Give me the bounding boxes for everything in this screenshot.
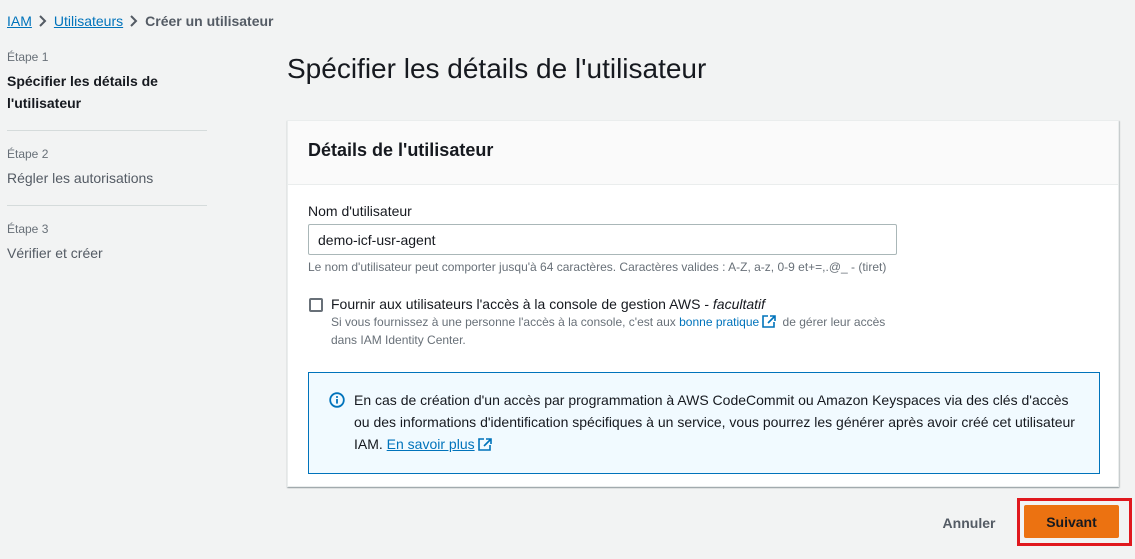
cancel-button[interactable]: Annuler xyxy=(930,507,1008,539)
console-access-label: Fournir aux utilisateurs l'accès à la co… xyxy=(331,295,891,313)
wizard-steps: Étape 1 Spécifier les détails de l'utili… xyxy=(7,50,207,296)
next-button-highlight: Suivant xyxy=(1017,498,1132,546)
breadcrumb: IAM Utilisateurs Créer un utilisateur xyxy=(7,11,274,31)
info-text: En cas de création d'un accès par progra… xyxy=(354,389,1079,473)
user-details-panel: Détails de l'utilisateur Nom d'utilisate… xyxy=(287,120,1119,487)
external-link-icon xyxy=(477,435,492,457)
console-access-text: Fournir aux utilisateurs l'accès à la co… xyxy=(331,295,891,348)
step-title: Régler les autorisations xyxy=(7,170,154,186)
step-title: Vérifier et créer xyxy=(7,245,103,261)
step-title: Spécifier les détails de l'utilisateur xyxy=(7,73,158,111)
learn-more-link[interactable]: En savoir plus xyxy=(387,436,475,452)
console-access-description: Si vous fournissez à une personne l'accè… xyxy=(331,314,891,348)
step-1: Étape 1 Spécifier les détails de l'utili… xyxy=(7,50,207,131)
panel-body: Nom d'utilisateur Le nom d'utilisateur p… xyxy=(288,185,1118,492)
external-link-icon xyxy=(762,315,777,332)
step-number: Étape 2 xyxy=(7,147,49,161)
info-icon xyxy=(329,392,345,408)
username-hint: Le nom d'utilisateur peut comporter jusq… xyxy=(308,260,887,274)
optional-label: facultatif xyxy=(712,296,766,312)
username-label: Nom d'utilisateur xyxy=(308,203,412,219)
best-practice-link[interactable]: bonne pratique xyxy=(679,315,759,329)
console-access-label-text: Fournir aux utilisateurs l'accès à la co… xyxy=(331,296,713,312)
breadcrumb-current: Créer un utilisateur xyxy=(145,13,274,29)
chevron-right-icon xyxy=(32,15,54,27)
chevron-right-icon xyxy=(123,15,145,27)
next-button[interactable]: Suivant xyxy=(1024,505,1119,538)
console-access-option: Fournir aux utilisateurs l'accès à la co… xyxy=(308,295,1098,348)
breadcrumb-iam-link[interactable]: IAM xyxy=(7,13,32,29)
username-input[interactable] xyxy=(308,224,897,255)
step-number: Étape 1 xyxy=(7,50,49,64)
panel-header: Détails de l'utilisateur xyxy=(288,121,1118,185)
desc-text: Si vous fournissez à une personne l'accè… xyxy=(331,315,680,329)
page-title: Spécifier les détails de l'utilisateur xyxy=(287,53,707,84)
console-access-checkbox[interactable] xyxy=(309,298,323,312)
breadcrumb-users-link[interactable]: Utilisateurs xyxy=(54,13,123,29)
step-3: Étape 3 Vérifier et créer xyxy=(7,222,207,280)
step-2: Étape 2 Régler les autorisations xyxy=(7,147,207,206)
info-alert: En cas de création d'un accès par progra… xyxy=(308,372,1100,474)
step-number: Étape 3 xyxy=(7,222,49,236)
